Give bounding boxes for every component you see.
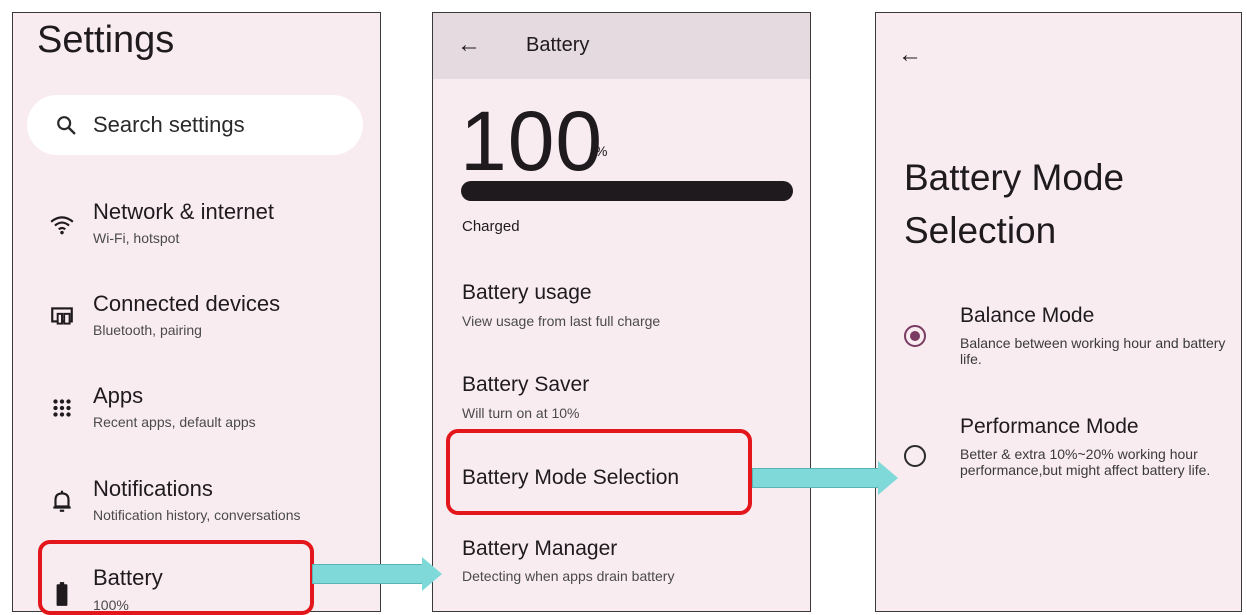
settings-item-connected-devices[interactable]: Connected devices Bluetooth, pairing [13, 287, 380, 367]
settings-item-subtitle: Recent apps, default apps [93, 414, 256, 430]
highlight-mode-selection-item [446, 429, 752, 515]
page-title: Battery Mode Selection [904, 157, 1125, 251]
battery-level-bar [461, 181, 793, 201]
battery-item-title: Battery Manager [462, 537, 618, 560]
battery-level-unit: % [595, 143, 608, 159]
settings-item-title: Connected devices [93, 291, 281, 316]
battery-level: 100 [460, 94, 604, 188]
settings-item-subtitle: Wi-Fi, hotspot [93, 230, 180, 246]
battery-item-subtitle: View usage from last full charge [462, 313, 661, 329]
battery-item-subtitle: Will turn on at 10% [462, 405, 580, 421]
settings-item-network[interactable]: Network & internet Wi-Fi, hotspot [13, 195, 380, 275]
apps-grid-icon [53, 399, 71, 417]
settings-item-title: Network & internet [93, 199, 274, 224]
battery-item-title: Battery usage [462, 281, 592, 304]
mode-title: Performance Mode [960, 415, 1139, 438]
battery-status: Charged [462, 218, 520, 235]
battery-item-subtitle: Detecting when apps drain battery [462, 568, 675, 584]
back-arrow-icon[interactable]: ← [898, 41, 922, 69]
mode-description: Balance between working hour and battery… [960, 335, 1226, 367]
radio-button-unselected[interactable] [904, 445, 926, 467]
mode-title: Balance Mode [960, 304, 1095, 327]
devices-icon [51, 307, 73, 325]
back-arrow-icon[interactable]: ← [457, 31, 481, 59]
search-bar[interactable]: Search settings [27, 95, 363, 155]
wifi-icon [50, 216, 74, 235]
settings-item-apps[interactable]: Apps Recent apps, default apps [13, 379, 380, 459]
search-icon [57, 116, 76, 135]
page-title: Settings [37, 19, 175, 61]
settings-item-subtitle: Notification history, conversations [93, 507, 301, 523]
settings-item-subtitle: Bluetooth, pairing [93, 322, 202, 338]
mode-selection-screen: ← Battery Mode Selection Balance Mode Ba… [875, 12, 1242, 612]
highlight-battery-item [38, 540, 314, 615]
radio-button-selected[interactable] [904, 325, 926, 347]
page-title: Battery [526, 34, 590, 56]
settings-item-title: Notifications [93, 476, 213, 501]
mode-description: Better & extra 10%~20% working hour perf… [960, 446, 1211, 478]
bell-icon [53, 490, 71, 512]
settings-screen: Settings Search settings Network & inter… [12, 12, 381, 612]
search-placeholder: Search settings [93, 112, 245, 137]
settings-item-title: Apps [93, 383, 144, 408]
app-bar: ← Battery [433, 13, 810, 79]
battery-screen: ← Battery 100 % Charged Battery usage Vi… [432, 12, 811, 612]
battery-item-title: Battery Saver [462, 373, 590, 396]
